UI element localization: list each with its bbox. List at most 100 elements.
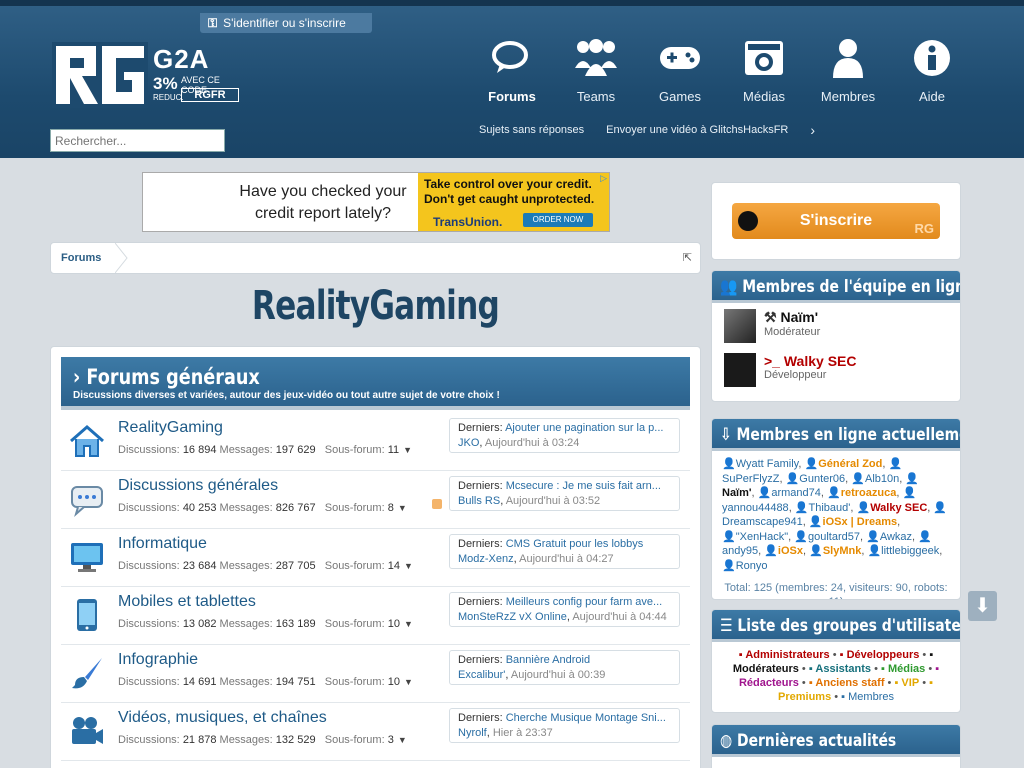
last-post-date: Aujourd'hui à 04:27 [519, 553, 614, 565]
last-post-date: Aujourd'hui à 03:52 [505, 495, 601, 507]
nav-teams[interactable]: Teams [554, 34, 638, 104]
online-member[interactable]: 👤Wyatt Family [722, 458, 798, 470]
rss-icon[interactable] [432, 499, 442, 509]
forum-row[interactable]: Mobiles et tablettes Discussions: 13 082 … [61, 587, 690, 645]
search-input[interactable] [50, 129, 225, 152]
online-member[interactable]: 👤iOSx | Dreams [809, 516, 897, 528]
last-post-title[interactable]: Bannière Android [506, 654, 590, 666]
subnav-unanswered[interactable]: Sujets sans réponses [479, 124, 584, 136]
user-icon: 👤 [918, 530, 932, 543]
users-group-icon [575, 39, 617, 76]
external-link-icon[interactable]: ⇱ [683, 251, 692, 264]
download-icon: ⇩ [720, 425, 732, 445]
staff-member[interactable]: >_ Walky SEC Développeur [712, 347, 960, 391]
online-member[interactable]: 👤"XenHack" [722, 531, 788, 543]
online-member[interactable]: 👤Walky SEC [857, 502, 928, 514]
online-member[interactable]: 👤SlyMnk [809, 545, 861, 557]
forum-title[interactable]: Mobiles et tablettes [118, 593, 256, 611]
forum-row[interactable]: Infographie Discussions: 14 691 Messages:… [61, 645, 690, 703]
login-link[interactable]: ⚿ S'identifier ou s'inscrire [200, 13, 372, 33]
staff-name[interactable]: ⚒ Naïm' [764, 303, 960, 326]
online-member[interactable]: 👤littlebiggeek [867, 545, 939, 557]
user-group[interactable]: ▪ Médias [881, 663, 925, 675]
forum-title[interactable]: Informatique [118, 535, 207, 553]
forum-title[interactable]: RealityGaming [118, 419, 223, 437]
ad-banner[interactable]: Have you checked your credit report late… [142, 172, 610, 232]
staff-name[interactable]: >_ Walky SEC [764, 347, 960, 369]
g2a-banner[interactable]: G2A 3% AVEC CE CODE REDUC. RGFR [153, 46, 243, 106]
scroll-down-button[interactable]: ⬇ [968, 591, 997, 621]
forum-row[interactable]: Discussions générales Discussions: 40 253… [61, 471, 690, 529]
online-member[interactable]: 👤retroazuca [827, 487, 896, 499]
user-group[interactable]: ▪ Anciens staff [809, 677, 885, 689]
user-group[interactable]: ▪ Assistants [809, 663, 871, 675]
last-post-user[interactable]: Nyrolf [458, 727, 487, 739]
user-group[interactable]: ▪ VIP [894, 677, 919, 689]
avatar[interactable] [724, 309, 756, 343]
user-groups-list: ▪ Administrateurs • ▪ Développeurs • ▪ M… [732, 649, 940, 703]
staff-member[interactable]: ⚒ Naïm' Modérateur [712, 303, 960, 347]
nav-aide[interactable]: Aide [890, 34, 974, 104]
forum-subforums: 8 [387, 502, 394, 514]
user-group[interactable]: ▪ Administrateurs [739, 649, 830, 661]
subnav-send-video[interactable]: Envoyer une vidéo à GlitchsHacksFR [606, 124, 788, 136]
forum-title[interactable]: Discussions générales [118, 477, 278, 495]
user-icon: 👤 [757, 487, 772, 499]
ad-headline: Have you checked your credit report late… [239, 183, 407, 222]
chevron-right-icon[interactable]: › [810, 123, 815, 137]
last-post-title[interactable]: CMS Gratuit pour les lobbys [506, 538, 644, 550]
mobile-icon [69, 597, 105, 633]
breadcrumb-forums[interactable]: Forums [61, 252, 101, 264]
user-icon: 👤 [794, 530, 808, 543]
chevron-down-icon[interactable]: ▼ [403, 445, 412, 455]
last-post-title[interactable]: Cherche Musique Montage Sni... [506, 712, 666, 724]
online-member[interactable]: 👤Alb10n [851, 473, 899, 485]
forum-title[interactable]: Vidéos, musiques, et chaînes [118, 709, 327, 727]
user-icon: 👤 [827, 487, 841, 499]
category-header[interactable]: › Forums généraux Discussions diverses e… [61, 357, 690, 410]
online-member[interactable]: 👤goultard57 [794, 531, 860, 543]
ad-info-icon[interactable]: ▷ [600, 173, 607, 184]
online-member[interactable]: 👤armand74 [758, 487, 821, 499]
signup-button[interactable]: S'inscrire RG [732, 203, 940, 239]
last-post-user[interactable]: Excalibur' [458, 669, 505, 681]
last-post-title[interactable]: Mcsecure : Je me suis fait arn... [506, 480, 661, 492]
chevron-down-icon[interactable]: ▼ [398, 503, 407, 513]
nav-games[interactable]: Games [638, 34, 722, 104]
last-post-box: Derniers: Meilleurs config pour farm ave… [449, 592, 680, 627]
last-post-user[interactable]: MonSteRzZ vX Online [458, 611, 567, 623]
online-member[interactable]: 👤Gunter06 [786, 473, 846, 485]
category-description: Discussions diverses et variées, autour … [73, 390, 500, 401]
last-post-user[interactable]: Bulls RS [458, 495, 500, 507]
last-post-title[interactable]: Ajouter une pagination sur la p... [505, 422, 663, 434]
site-logo[interactable] [52, 42, 148, 108]
last-post-title[interactable]: Meilleurs config pour farm ave... [506, 596, 663, 608]
nav-membres[interactable]: Membres [806, 34, 890, 104]
chevron-down-icon[interactable]: ▼ [398, 735, 407, 745]
online-member[interactable]: 👤Général Zod [804, 458, 882, 470]
forum-row[interactable]: Vidéos, musiques, et chaînes Discussions:… [61, 703, 690, 761]
nav-forums[interactable]: Forums [470, 34, 554, 104]
chevron-down-icon[interactable]: ▼ [404, 619, 413, 629]
chevron-down-icon[interactable]: ▼ [404, 677, 413, 687]
breadcrumb: Forums ⇱ [50, 242, 701, 274]
nav-medias[interactable]: Médias [722, 34, 806, 104]
last-post-user[interactable]: Modz-Xenz [458, 553, 514, 565]
chevron-down-icon[interactable]: ▼ [404, 561, 413, 571]
user-group[interactable]: ▪ Développeurs [840, 649, 920, 661]
last-post-user[interactable]: JKO [458, 437, 479, 449]
ad-cta-button[interactable]: ORDER NOW [523, 213, 593, 227]
avatar[interactable] [724, 353, 756, 387]
online-member[interactable]: 👤Thibaud' [795, 502, 851, 514]
online-member[interactable]: 👤Ronyo [722, 560, 768, 572]
group-icon: ▪ [935, 663, 940, 675]
forum-row[interactable]: Informatique Discussions: 23 684 Messages… [61, 529, 690, 587]
last-post-box: Derniers: Mcsecure : Je me suis fait arn… [449, 476, 680, 511]
forum-title[interactable]: Infographie [118, 651, 198, 669]
online-member[interactable]: 👤iOSx [764, 545, 803, 557]
page-title: RealityGaming [251, 283, 500, 329]
forum-row[interactable]: RealityGaming Discussions: 16 894 Message… [61, 413, 690, 471]
online-member[interactable]: 👤Awkaz [866, 531, 912, 543]
user-group[interactable]: ▪ Membres [841, 691, 894, 703]
forum-stats: Discussions: 40 253 Messages: 826 767 So… [118, 502, 407, 514]
